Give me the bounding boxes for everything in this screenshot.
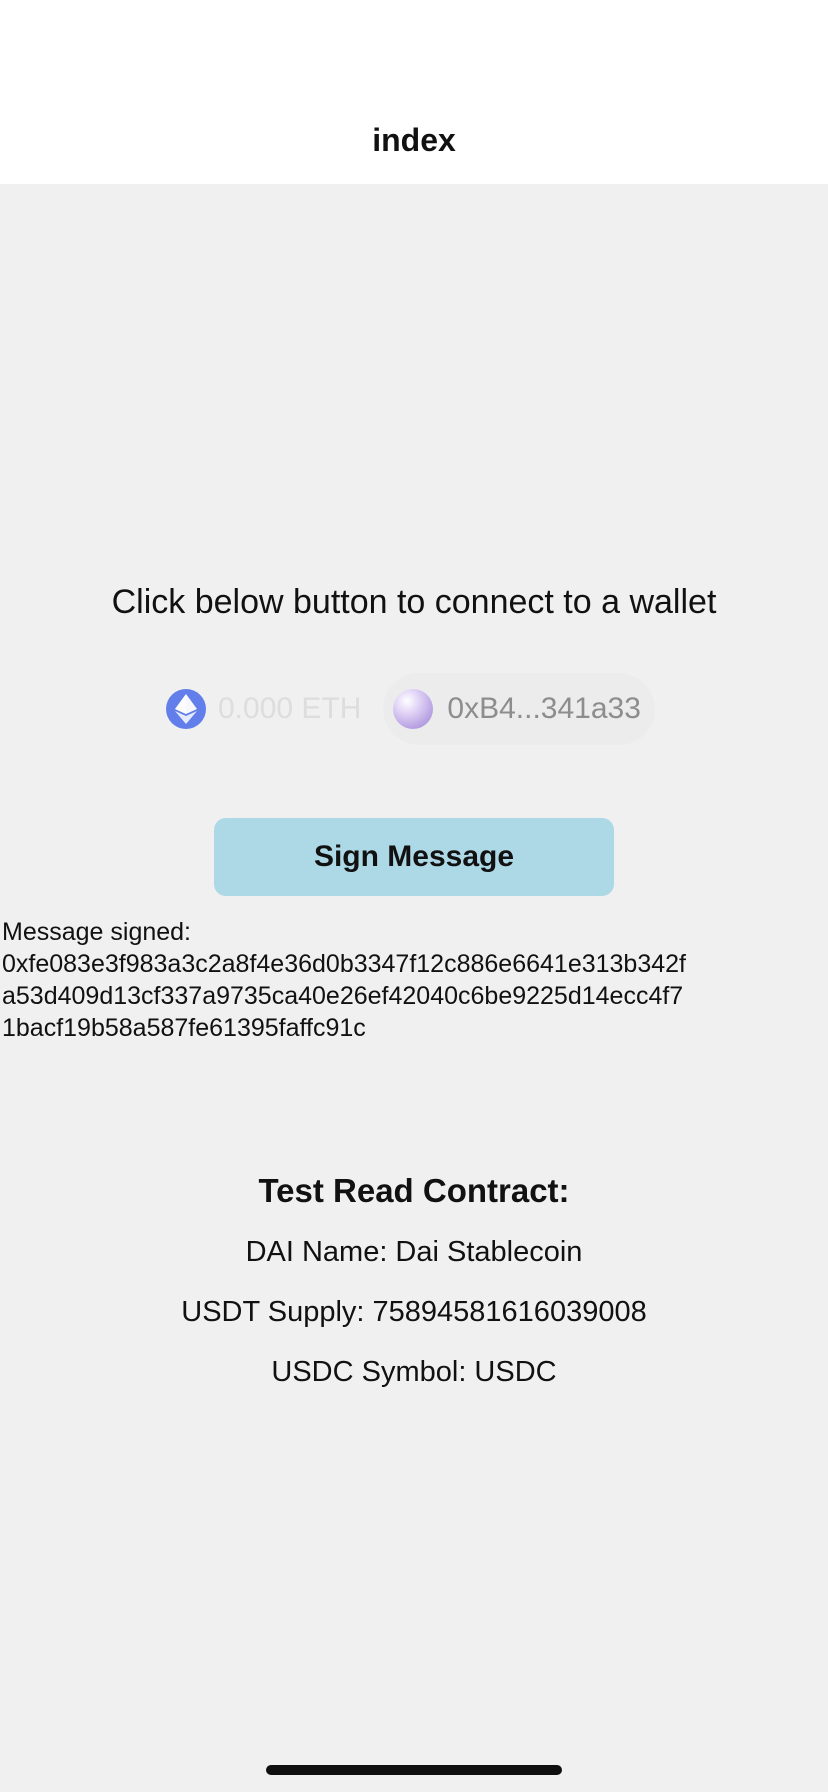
sign-message-button[interactable]: Sign Message	[214, 818, 614, 896]
usdt-supply-value: USDT Supply: 75894581616039008	[181, 1296, 647, 1328]
contract-section-title: Test Read Contract:	[258, 1172, 570, 1209]
balance-label: 0.000 ETH	[218, 692, 362, 725]
wallet-address: 0xB4...341a33	[447, 692, 641, 725]
signature-line: a53d409d13cf337a9735ca40e26ef42040c6be92…	[2, 982, 684, 1010]
nav-header: index	[0, 0, 828, 184]
usdc-symbol-value: USDC Symbol: USDC	[271, 1356, 557, 1388]
dai-name-value: DAI Name: Dai Stablecoin	[245, 1236, 583, 1268]
signed-message-output: Message signed: 0xfe083e3f983a3c2a8f4e36…	[2, 916, 826, 1044]
signed-message-label: Message signed:	[2, 918, 192, 946]
signature-line: 1bacf19b58a587fe61395faffc91c	[2, 1014, 366, 1042]
page-title: index	[372, 122, 456, 158]
wallet-connect-row: 0.000 ETH 0xB4...341a33	[160, 673, 655, 745]
connect-prompt: Click below button to connect to a walle…	[111, 583, 717, 621]
avatar-icon	[393, 689, 434, 729]
ethereum-icon	[166, 689, 206, 729]
account-button[interactable]: 0xB4...341a33	[383, 673, 655, 745]
home-indicator[interactable]	[266, 1765, 562, 1775]
balance-button[interactable]: 0.000 ETH	[160, 679, 383, 739]
signature-line: 0xfe083e3f983a3c2a8f4e36d0b3347f12c886e6…	[2, 950, 686, 978]
